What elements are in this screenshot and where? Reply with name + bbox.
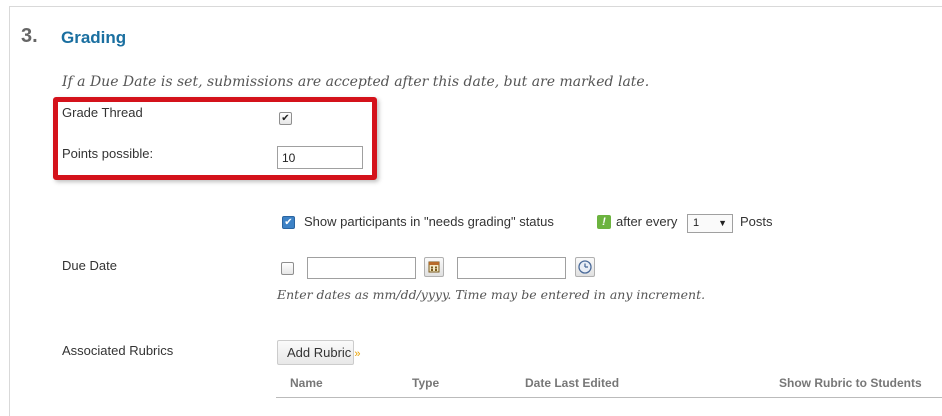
- posts-count-value: 1: [693, 217, 700, 229]
- step-number: 3.: [21, 25, 38, 47]
- needs-grading-checkbox[interactable]: ✔: [282, 216, 295, 229]
- due-date-checkbox[interactable]: [281, 262, 294, 275]
- add-rubric-button[interactable]: Add Rubric»: [277, 340, 360, 365]
- due-date-input[interactable]: [307, 257, 416, 279]
- points-possible-label: Points possible:: [62, 146, 154, 161]
- due-date-hint: Enter dates as mm/dd/yyyy. Time may be e…: [277, 287, 706, 302]
- due-time-input[interactable]: [457, 257, 566, 279]
- posts-count-select[interactable]: 1 ▼: [687, 214, 733, 233]
- table-header-divider: [276, 397, 942, 398]
- checkmark-icon: ✔: [281, 113, 290, 124]
- due-date-label: Due Date: [62, 258, 117, 273]
- checkmark-icon: ✔: [284, 217, 293, 228]
- chevron-down-icon: »: [354, 348, 361, 360]
- grade-thread-label: Grade Thread: [62, 105, 143, 120]
- section-instructions: If a Due Date is set, submissions are ac…: [62, 74, 650, 90]
- column-header-show-rubric: Show Rubric to Students: [779, 376, 922, 390]
- section-title: Grading: [61, 28, 127, 47]
- column-header-type: Type: [412, 376, 440, 390]
- calendar-button[interactable]: [424, 257, 444, 277]
- associated-rubrics-label: Associated Rubrics: [62, 343, 174, 358]
- points-possible-input[interactable]: [277, 146, 363, 169]
- dropdown-arrow-icon: ▼: [718, 218, 727, 228]
- clock-icon: [578, 260, 592, 274]
- needs-grading-after-label: after every: [616, 214, 678, 229]
- add-rubric-label: Add Rubric: [287, 345, 352, 360]
- exclamation-icon: !: [597, 215, 611, 229]
- clock-button[interactable]: [575, 257, 595, 277]
- posts-unit-label: Posts: [740, 214, 773, 229]
- column-header-name: Name: [290, 376, 323, 390]
- needs-grading-label: Show participants in "needs grading" sta…: [304, 214, 554, 229]
- column-header-date-last-edited: Date Last Edited: [525, 376, 620, 390]
- grade-thread-checkbox[interactable]: ✔: [279, 112, 292, 125]
- calendar-icon: [428, 261, 440, 273]
